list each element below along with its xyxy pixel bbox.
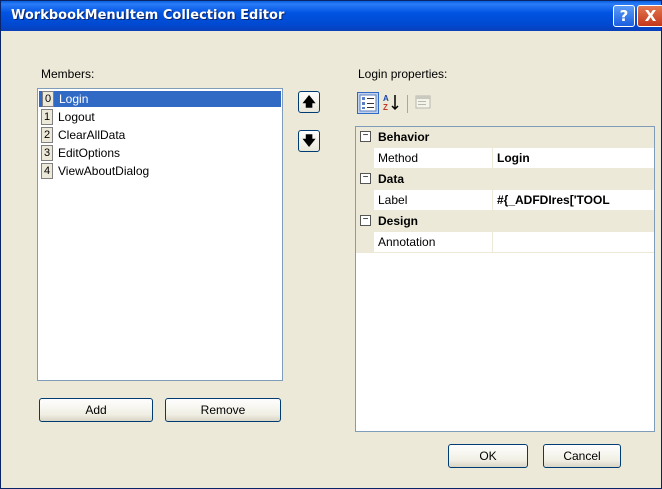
list-item[interactable]: 0 Login	[39, 91, 281, 107]
category-behavior[interactable]: − Behavior	[356, 127, 654, 148]
properties-label: Login properties:	[358, 67, 448, 81]
property-name: Label	[378, 193, 408, 207]
ok-button[interactable]: OK	[448, 444, 528, 468]
property-pages-button[interactable]	[413, 92, 435, 114]
item-name: ViewAboutDialog	[58, 164, 150, 178]
members-list[interactable]: 0 Login 1 Logout 2 ClearAllData 3 EditOption…	[37, 88, 283, 381]
category-name: Data	[378, 172, 405, 186]
list-item[interactable]: 3 EditOptions	[38, 145, 120, 161]
column-divider	[492, 148, 493, 169]
members-label: Members:	[41, 67, 95, 81]
item-index: 2	[41, 127, 53, 143]
collection-editor-dialog: WorkbookMenuItem Collection Editor ? X M…	[0, 0, 662, 489]
property-value[interactable]: Login	[497, 151, 530, 165]
category-name: Design	[378, 214, 419, 228]
svg-text:Z: Z	[383, 103, 388, 112]
help-icon: ?	[619, 7, 629, 25]
item-index: 4	[41, 163, 53, 179]
column-divider	[492, 190, 493, 211]
category-data[interactable]: − Data	[356, 169, 654, 190]
item-index: 3	[41, 145, 53, 161]
category-design[interactable]: − Design	[356, 211, 654, 232]
property-row[interactable]: Annotation	[356, 232, 654, 253]
title-bar[interactable]: WorkbookMenuItem Collection Editor ? X	[1, 1, 662, 31]
add-button[interactable]: Add	[39, 398, 153, 422]
list-item[interactable]: 4 ViewAboutDialog	[38, 163, 149, 179]
move-up-button[interactable]: 🡅	[298, 91, 320, 113]
remove-button[interactable]: Remove	[165, 398, 281, 422]
move-down-button[interactable]: 🡇	[298, 130, 320, 152]
item-index: 0	[42, 91, 54, 107]
collapse-icon[interactable]: −	[360, 173, 371, 184]
close-button[interactable]: X	[637, 5, 662, 27]
list-item[interactable]: 2 ClearAllData	[38, 127, 125, 143]
categorized-icon	[359, 94, 377, 112]
help-button[interactable]: ?	[613, 5, 635, 27]
item-name: Logout	[58, 110, 95, 124]
row-gutter	[356, 190, 374, 210]
toolbar-separator	[407, 95, 408, 113]
property-row[interactable]: Method Login	[356, 148, 654, 169]
alphabetical-button[interactable]: A Z	[381, 92, 403, 114]
property-grid[interactable]: − Behavior Method Login − Data Label #{_…	[355, 126, 655, 432]
alphabetical-sort-icon: A Z	[383, 94, 399, 112]
row-gutter	[356, 148, 374, 168]
item-name: Login	[59, 92, 89, 106]
close-icon: X	[644, 7, 657, 25]
property-value[interactable]: #{_ADFDIres['TOOL	[497, 193, 610, 207]
category-name: Behavior	[378, 130, 430, 144]
svg-text:A: A	[383, 94, 389, 103]
property-name: Annotation	[378, 235, 436, 249]
arrow-down-icon: 🡇	[302, 133, 316, 148]
arrow-up-icon: 🡅	[302, 94, 316, 109]
property-pages-icon	[415, 95, 431, 109]
property-name: Method	[378, 151, 419, 165]
item-index: 1	[41, 109, 53, 125]
list-item[interactable]: 1 Logout	[38, 109, 95, 125]
collapse-icon[interactable]: −	[360, 215, 371, 226]
window-title: WorkbookMenuItem Collection Editor	[11, 8, 285, 23]
item-name: EditOptions	[58, 146, 121, 160]
categorized-button[interactable]	[357, 92, 379, 114]
item-name: ClearAllData	[58, 128, 126, 142]
collapse-icon[interactable]: −	[360, 131, 371, 142]
column-divider	[492, 232, 493, 253]
property-row[interactable]: Label #{_ADFDIres['TOOL	[356, 190, 654, 211]
cancel-button[interactable]: Cancel	[543, 444, 621, 468]
row-gutter	[356, 232, 374, 252]
